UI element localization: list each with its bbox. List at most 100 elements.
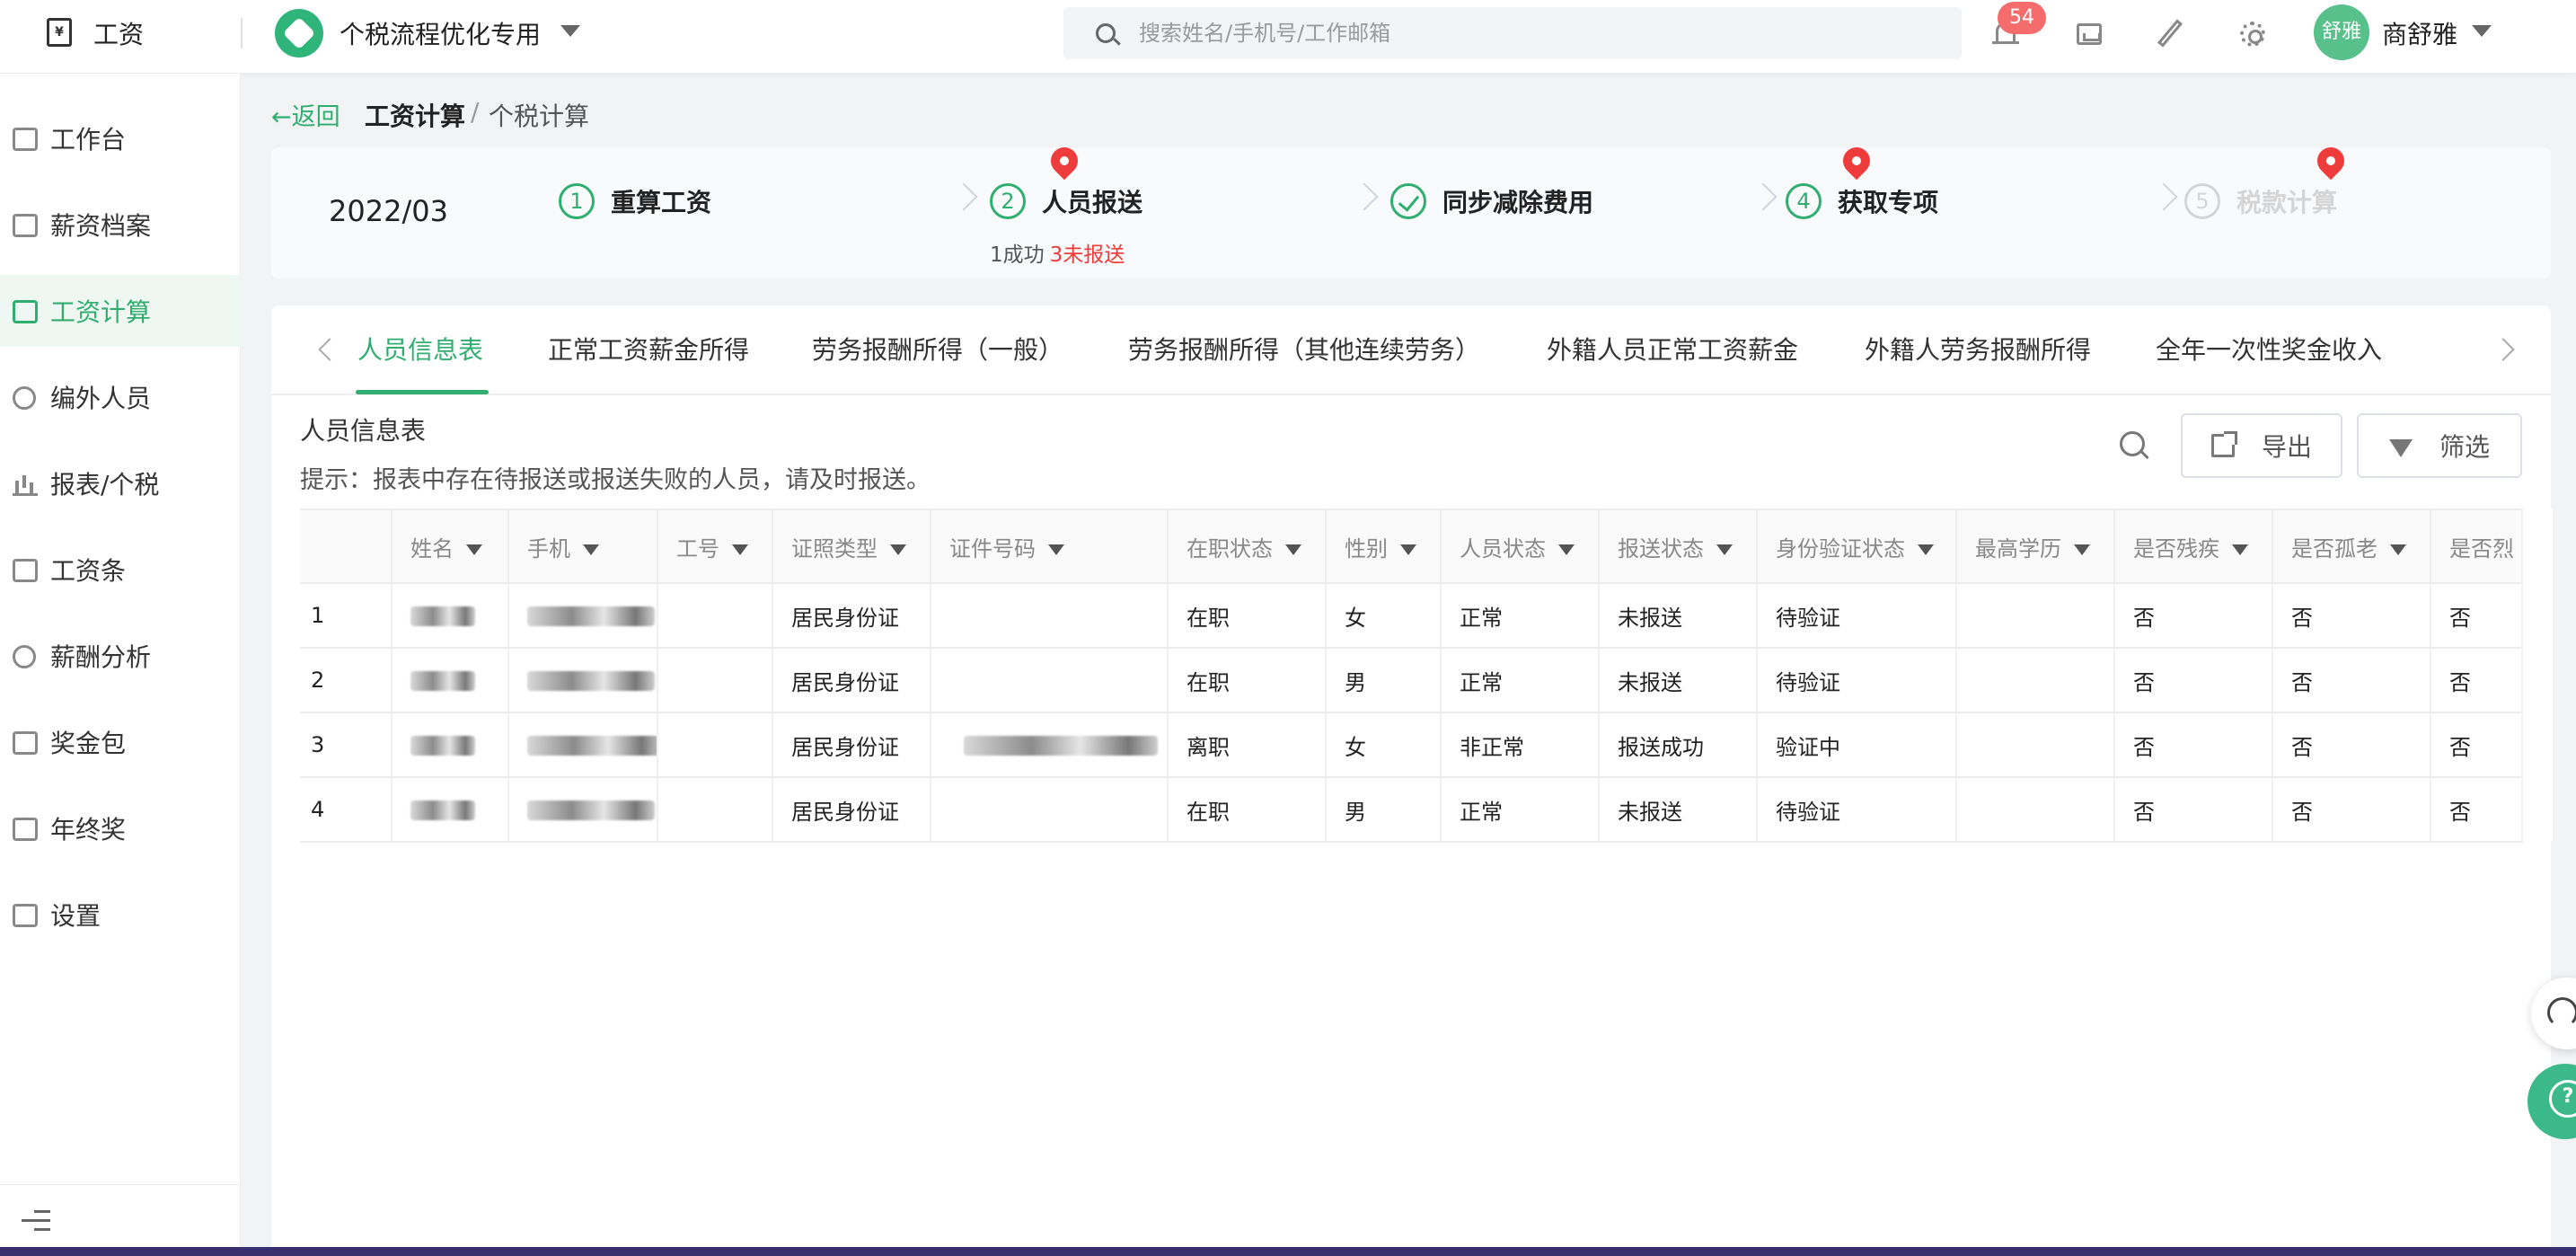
sort-caret-icon[interactable] bbox=[1048, 544, 1064, 555]
cell-person-status: 非正常 bbox=[1441, 712, 1600, 778]
column-header-verify-status[interactable]: 身份验证状态 bbox=[1757, 509, 1957, 584]
tab-personnel-info[interactable]: 人员信息表 bbox=[357, 331, 483, 367]
cell-elderly: 否 bbox=[2272, 777, 2431, 843]
step-recalculate[interactable]: 1 重算工资 bbox=[559, 181, 711, 221]
column-header-id-type[interactable]: 证照类型 bbox=[772, 509, 931, 584]
gear-icon bbox=[13, 904, 38, 927]
breadcrumb-separator: / bbox=[471, 97, 480, 127]
back-link[interactable]: ←返回 bbox=[271, 97, 340, 132]
sidebar-item-payroll-calc[interactable]: 工资计算 bbox=[0, 275, 241, 347]
column-header-employment-status[interactable]: 在职状态 bbox=[1168, 509, 1327, 584]
column-header-person-status[interactable]: 人员状态 bbox=[1441, 509, 1600, 584]
tab-labor-general[interactable]: 劳务报酬所得（一般） bbox=[812, 331, 1063, 367]
search-icon[interactable] bbox=[2120, 431, 2145, 456]
company-dropdown-chevron-icon[interactable] bbox=[560, 25, 580, 37]
cell-verify-status: 待验证 bbox=[1757, 583, 1957, 649]
breadcrumb-parent[interactable]: 工资计算 bbox=[365, 97, 465, 133]
edit-icon[interactable] bbox=[2152, 16, 2188, 52]
global-search-box[interactable] bbox=[1063, 7, 1962, 59]
step-sync-deduction[interactable]: 同步减除费用 bbox=[1390, 181, 1593, 221]
column-header-id-number[interactable]: 证件号码 bbox=[931, 509, 1169, 584]
cell-employee-id bbox=[657, 712, 773, 778]
sidebar: 工作台薪资档案工资计算编外人员报表/个税工资条薪酬分析奖金包年终奖设置 bbox=[0, 74, 241, 1256]
sidebar-item-salary-profile[interactable]: 薪资档案 bbox=[0, 189, 241, 261]
sort-caret-icon[interactable] bbox=[2074, 544, 2090, 555]
sidebar-item-workbench[interactable]: 工作台 bbox=[0, 102, 241, 174]
tab-foreign-salary[interactable]: 外籍人员正常工资薪金 bbox=[1547, 331, 1798, 367]
tabs-scroll-left-icon[interactable] bbox=[318, 338, 341, 361]
cell-verify-status: 待验证 bbox=[1757, 648, 1957, 713]
column-header-martyr[interactable]: 是否烈 bbox=[2430, 509, 2523, 584]
column-header-report-status[interactable]: 报送状态 bbox=[1599, 509, 1758, 584]
sidebar-item-bonus-pool[interactable]: 奖金包 bbox=[0, 706, 241, 778]
column-header-education[interactable]: 最高学历 bbox=[1956, 509, 2115, 584]
step-number: 4 bbox=[1786, 183, 1822, 219]
tabs-scroll-right-icon[interactable] bbox=[2492, 338, 2515, 361]
sort-caret-icon[interactable] bbox=[1400, 544, 1416, 555]
sort-caret-icon[interactable] bbox=[1558, 544, 1575, 555]
step-fetch-special[interactable]: 4 获取专项 bbox=[1786, 181, 1938, 221]
cell-education bbox=[1956, 648, 2115, 713]
export-button[interactable]: 导出 bbox=[2181, 413, 2342, 478]
column-header-elderly[interactable]: 是否孤老 bbox=[2272, 509, 2431, 584]
sidebar-item-reports-tax[interactable]: 报表/个税 bbox=[0, 447, 241, 519]
step-tax-calculation: 5 税款计算 bbox=[2184, 181, 2337, 221]
table-row[interactable]: 1 居民身份证 在职女正常 未报送 待验证否否否 bbox=[300, 583, 2523, 649]
sort-caret-icon[interactable] bbox=[890, 544, 906, 555]
column-header-employee-id[interactable]: 工号 bbox=[657, 509, 773, 584]
filter-label: 筛选 bbox=[2439, 432, 2490, 462]
cell-elderly: 否 bbox=[2272, 583, 2431, 649]
notification-badge[interactable]: 54 bbox=[1998, 2, 2046, 34]
sort-caret-icon[interactable] bbox=[1918, 544, 1934, 555]
tab-annual-bonus[interactable]: 全年一次性奖金收入 bbox=[2156, 331, 2382, 367]
sidebar-item-settings[interactable]: 设置 bbox=[0, 879, 241, 951]
cell-report-status: 报送成功 bbox=[1599, 712, 1758, 778]
sort-caret-icon[interactable] bbox=[732, 544, 748, 555]
sidebar-item-label: 工资条 bbox=[50, 556, 127, 586]
cell-phone bbox=[508, 648, 658, 713]
settings-icon[interactable] bbox=[2235, 16, 2271, 52]
column-header-name[interactable]: 姓名 bbox=[392, 509, 509, 584]
table-row[interactable]: 4 居民身份证 在职男正常 未报送 待验证否否否 bbox=[300, 777, 2523, 843]
check-circle-icon bbox=[1390, 183, 1426, 219]
inbox-icon[interactable] bbox=[2071, 16, 2107, 52]
sort-caret-icon[interactable] bbox=[466, 544, 482, 555]
column-header-disabled[interactable]: 是否残疾 bbox=[2114, 509, 2273, 584]
tab-labor-continuous[interactable]: 劳务报酬所得（其他连续劳务） bbox=[1128, 331, 1480, 367]
tab-regular-salary[interactable]: 正常工资薪金所得 bbox=[548, 331, 749, 367]
sort-caret-icon[interactable] bbox=[583, 544, 599, 555]
step-personnel-report[interactable]: 2 人员报送 bbox=[990, 181, 1142, 221]
sidebar-item-year-end-bonus[interactable]: 年终奖 bbox=[0, 792, 241, 864]
global-search-input[interactable] bbox=[1139, 7, 1929, 59]
user-menu-chevron-icon[interactable] bbox=[2472, 25, 2492, 37]
dashboard-icon bbox=[13, 128, 38, 151]
sidebar-item-salary-analysis[interactable]: 薪酬分析 bbox=[0, 620, 241, 692]
sort-caret-icon[interactable] bbox=[2232, 544, 2248, 555]
tab-foreign-labor[interactable]: 外籍人劳务报酬所得 bbox=[1865, 331, 2091, 367]
avatar[interactable]: 舒雅 bbox=[2314, 4, 2369, 60]
step-label: 人员报送 bbox=[1042, 188, 1143, 217]
column-header-gender[interactable]: 性别 bbox=[1326, 509, 1442, 584]
company-logo[interactable] bbox=[275, 9, 323, 57]
process-steps: 2022/03 1 重算工资 2 人员报送 1成功 3未报送 同步减除费用 4 获… bbox=[271, 141, 2551, 279]
cell-employee-id bbox=[657, 583, 773, 649]
column-header-index bbox=[300, 509, 393, 584]
sidebar-item-label: 编外人员 bbox=[50, 384, 152, 413]
cell-education bbox=[1956, 777, 2115, 843]
table-row[interactable]: 2 居民身份证 在职男正常 未报送 待验证否否否 bbox=[300, 648, 2523, 713]
user-name[interactable]: 商舒雅 bbox=[2382, 15, 2457, 51]
analysis-icon bbox=[13, 645, 36, 668]
export-label: 导出 bbox=[2261, 432, 2312, 462]
table-row[interactable]: 3 居民身份证 离职女非正常 报送成功 验证中否否否 bbox=[300, 712, 2523, 778]
sort-caret-icon[interactable] bbox=[2390, 544, 2406, 555]
collapse-sidebar-icon[interactable] bbox=[22, 1208, 50, 1234]
sort-caret-icon[interactable] bbox=[1716, 544, 1733, 555]
gift-icon bbox=[13, 818, 38, 841]
company-selector[interactable]: 个税流程优化专用 bbox=[340, 15, 541, 51]
sidebar-item-external-staff[interactable]: 编外人员 bbox=[0, 361, 241, 433]
sidebar-item-payslip[interactable]: 工资条 bbox=[0, 534, 241, 606]
filter-button[interactable]: 筛选 bbox=[2357, 413, 2522, 478]
report-pending-count[interactable]: 3未报送 bbox=[1050, 243, 1125, 267]
sort-caret-icon[interactable] bbox=[1285, 544, 1301, 555]
column-header-phone[interactable]: 手机 bbox=[508, 509, 658, 584]
